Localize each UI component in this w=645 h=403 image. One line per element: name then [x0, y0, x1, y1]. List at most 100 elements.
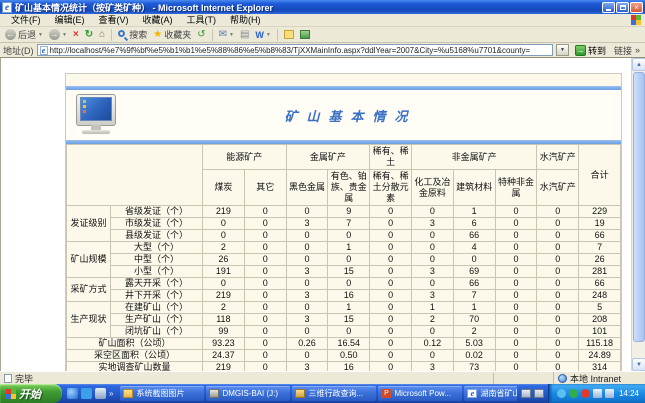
- scroll-up-icon[interactable]: ▲: [632, 58, 645, 71]
- menu-file[interactable]: 文件(F): [4, 14, 48, 26]
- value-cell: 0: [370, 338, 412, 350]
- table-row: 井下开采（个）219031603700248: [67, 290, 621, 302]
- value-cell: 0: [370, 314, 412, 326]
- row-header: 省级发证（个）: [111, 206, 203, 218]
- mail-dropdown-icon[interactable]: ▼: [229, 32, 234, 38]
- value-cell: 24.89: [579, 350, 621, 362]
- task-button-drive[interactable]: DMGIS-BAI (J:): [206, 386, 290, 401]
- menu-edit[interactable]: 编辑(E): [48, 14, 92, 26]
- value-cell: 0: [328, 230, 370, 242]
- stats-table: 能源矿产金属矿产稀有、稀土非金属矿产水汽矿产合计煤炭其它黑色金属有色、铂族、贵金…: [66, 144, 621, 374]
- history-button[interactable]: ↺: [195, 28, 207, 42]
- search-button[interactable]: 搜索: [116, 28, 149, 42]
- language-bar-icon[interactable]: [521, 389, 531, 398]
- value-cell: 66: [453, 278, 495, 290]
- back-button[interactable]: ← 后退 ▼: [3, 28, 45, 42]
- maximize-button[interactable]: [616, 2, 629, 13]
- links-bar[interactable]: 链接 »: [612, 44, 642, 57]
- value-cell: 0.26: [286, 338, 328, 350]
- menu-view[interactable]: 查看(V): [92, 14, 136, 26]
- favorites-button[interactable]: ★ 收藏夹: [151, 28, 193, 42]
- value-cell: 0: [286, 350, 328, 362]
- quick-launch-msn-icon[interactable]: [81, 388, 92, 399]
- value-cell: 0: [537, 278, 579, 290]
- value-cell: 0: [495, 242, 537, 254]
- value-cell: 0: [537, 206, 579, 218]
- toolbar-separator: [111, 29, 112, 41]
- row-header: 大型（个）: [111, 242, 203, 254]
- edit-dropdown-icon[interactable]: ▼: [266, 32, 271, 38]
- window-title: 矿山基本情况统计（按矿类矿种） - Microsoft Internet Exp…: [15, 1, 602, 14]
- value-cell: 0: [244, 242, 286, 254]
- task-button-folder[interactable]: 系统截图图片: [120, 386, 204, 401]
- value-cell: 0: [370, 230, 412, 242]
- print-button[interactable]: ▤: [238, 28, 251, 42]
- start-button[interactable]: 开始: [0, 384, 62, 403]
- toolbar-separator: [277, 29, 278, 41]
- value-cell: 16: [328, 290, 370, 302]
- report-container: 矿山基本情况 能源矿产金属矿产稀有、稀土非金属矿产水汽矿产合计煤炭其它黑色金属有…: [65, 73, 622, 379]
- value-cell: 69: [453, 266, 495, 278]
- value-cell: 0: [495, 230, 537, 242]
- page-icon: e: [40, 46, 48, 55]
- value-cell: 0: [203, 278, 245, 290]
- forward-dropdown-icon[interactable]: ▼: [62, 32, 67, 38]
- back-dropdown-icon[interactable]: ▼: [38, 32, 43, 38]
- value-cell: 15: [328, 314, 370, 326]
- messenger-button[interactable]: [298, 28, 312, 42]
- scroll-down-icon[interactable]: ▼: [632, 358, 645, 371]
- tray-antivirus-icon[interactable]: [569, 389, 578, 398]
- home-button[interactable]: ⌂: [97, 28, 107, 42]
- task-label: 三维行政查询...: [308, 388, 363, 399]
- tray-network-icon[interactable]: [557, 389, 566, 398]
- search-label: 搜索: [129, 28, 147, 41]
- value-cell: 1: [328, 242, 370, 254]
- task-button-app[interactable]: 三维行政查询...: [292, 386, 376, 401]
- tray-display-icon[interactable]: [593, 389, 602, 398]
- value-cell: 70: [453, 314, 495, 326]
- vertical-scrollbar[interactable]: ▲ ▼: [631, 58, 645, 371]
- value-cell: 0: [495, 278, 537, 290]
- scrollbar-thumb[interactable]: [633, 72, 645, 342]
- column-header: 有色、铂族、贵金属: [328, 170, 370, 206]
- tray-monitor-icon[interactable]: [605, 389, 614, 398]
- value-cell: 0: [370, 218, 412, 230]
- tray-alert-icon[interactable]: [581, 389, 590, 398]
- edit-button[interactable]: W ▼: [253, 28, 272, 42]
- value-cell: 1: [411, 302, 453, 314]
- minimize-button[interactable]: [602, 2, 615, 13]
- go-button[interactable]: → 转到: [572, 44, 609, 57]
- menu-tools[interactable]: 工具(T): [180, 14, 224, 26]
- discuss-button[interactable]: [282, 28, 296, 42]
- refresh-button[interactable]: ↻: [83, 28, 95, 42]
- language-bar: [517, 384, 548, 403]
- keyboard-icon[interactable]: [534, 389, 544, 398]
- folder-icon: [123, 389, 133, 398]
- value-cell: 0: [370, 278, 412, 290]
- row-header: 市级发证（个）: [111, 218, 203, 230]
- value-cell: 0: [411, 254, 453, 266]
- quick-launch-chevron-icon[interactable]: »: [109, 389, 113, 398]
- quick-launch-desktop-icon[interactable]: [95, 388, 106, 399]
- quick-launch-ie-icon[interactable]: [67, 388, 78, 399]
- address-input[interactable]: [50, 46, 550, 55]
- mail-button[interactable]: ✉ ▼: [217, 28, 236, 42]
- column-header: 建筑材料: [453, 170, 495, 206]
- ie-window-icon: e: [2, 2, 12, 13]
- task-button-powerpoint[interactable]: P Microsoft Pow...: [378, 386, 462, 401]
- menu-help[interactable]: 帮助(H): [223, 14, 268, 26]
- value-cell: 2: [411, 314, 453, 326]
- close-button[interactable]: ×: [630, 2, 643, 13]
- drive-icon: [209, 389, 219, 398]
- menu-favorites[interactable]: 收藏(A): [136, 14, 180, 26]
- task-button-ie-map[interactable]: e 湖南省矿山地...: [464, 386, 517, 401]
- forward-button[interactable]: → ▼: [47, 28, 69, 42]
- status-text: 完毕: [15, 372, 33, 385]
- back-label: 后退: [18, 28, 36, 41]
- column-header: 稀有、稀土分散元素: [370, 170, 412, 206]
- links-chevron-icon[interactable]: »: [635, 45, 640, 55]
- stop-button[interactable]: ×: [71, 28, 81, 42]
- value-cell: 3: [411, 266, 453, 278]
- address-dropdown-button[interactable]: ▼: [556, 44, 569, 56]
- column-header: 化工及冶金原料: [411, 170, 453, 206]
